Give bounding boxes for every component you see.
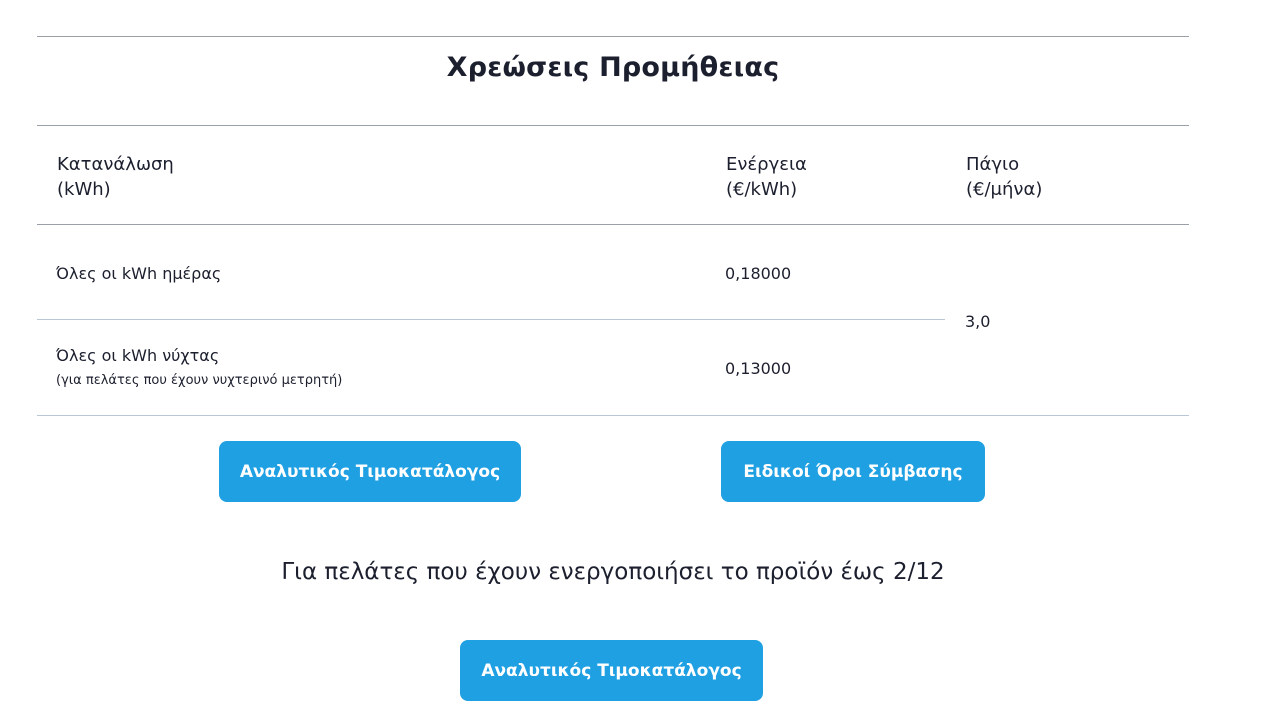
header-consumption-unit: (kWh) (57, 179, 111, 200)
section-title: Χρεώσεις Προμήθειας (446, 52, 780, 83)
row-night-note: (για πελάτες που έχουν νυχτερινό μετρητή… (56, 373, 343, 388)
row-night-energy: 0,13000 (725, 359, 792, 378)
header-consumption-label: Κατανάλωση (57, 154, 174, 175)
header-energy-unit: (€/kWh) (726, 179, 798, 200)
top-divider (37, 36, 1189, 37)
table-bottom-divider (37, 415, 1189, 416)
row-day-label: Όλες οι kWh ημέρας (56, 264, 222, 283)
special-terms-button[interactable]: Ειδικοί Όροι Σύμβασης (721, 441, 985, 502)
header-fixed-label: Πάγιο (966, 154, 1020, 175)
price-list-button[interactable]: Αναλυτικός Τιμοκατάλογος (219, 441, 521, 502)
fixed-charge-value: 3,0 (965, 312, 991, 331)
row-night-label: Όλες οι kWh νύχτας (56, 346, 220, 365)
pricing-page: Χρεώσεις Προμήθειας Κατανάλωση (kWh) Ενέ… (0, 0, 1272, 721)
header-divider (37, 224, 1189, 225)
header-consumption: Κατανάλωση (kWh) (57, 152, 174, 202)
price-list-button-2[interactable]: Αναλυτικός Τιμοκατάλογος (460, 640, 763, 701)
activation-subheading: Για πελάτες που έχουν ενεργοποιήσει το π… (281, 559, 945, 585)
table-top-divider (37, 125, 1189, 126)
row-day-energy: 0,18000 (725, 264, 792, 283)
header-energy-label: Ενέργεια (726, 154, 807, 175)
header-fixed-unit: (€/μήνα) (966, 179, 1043, 200)
header-fixed: Πάγιο (€/μήνα) (966, 152, 1042, 202)
header-energy: Ενέργεια (€/kWh) (726, 152, 807, 202)
row-divider (37, 319, 945, 320)
